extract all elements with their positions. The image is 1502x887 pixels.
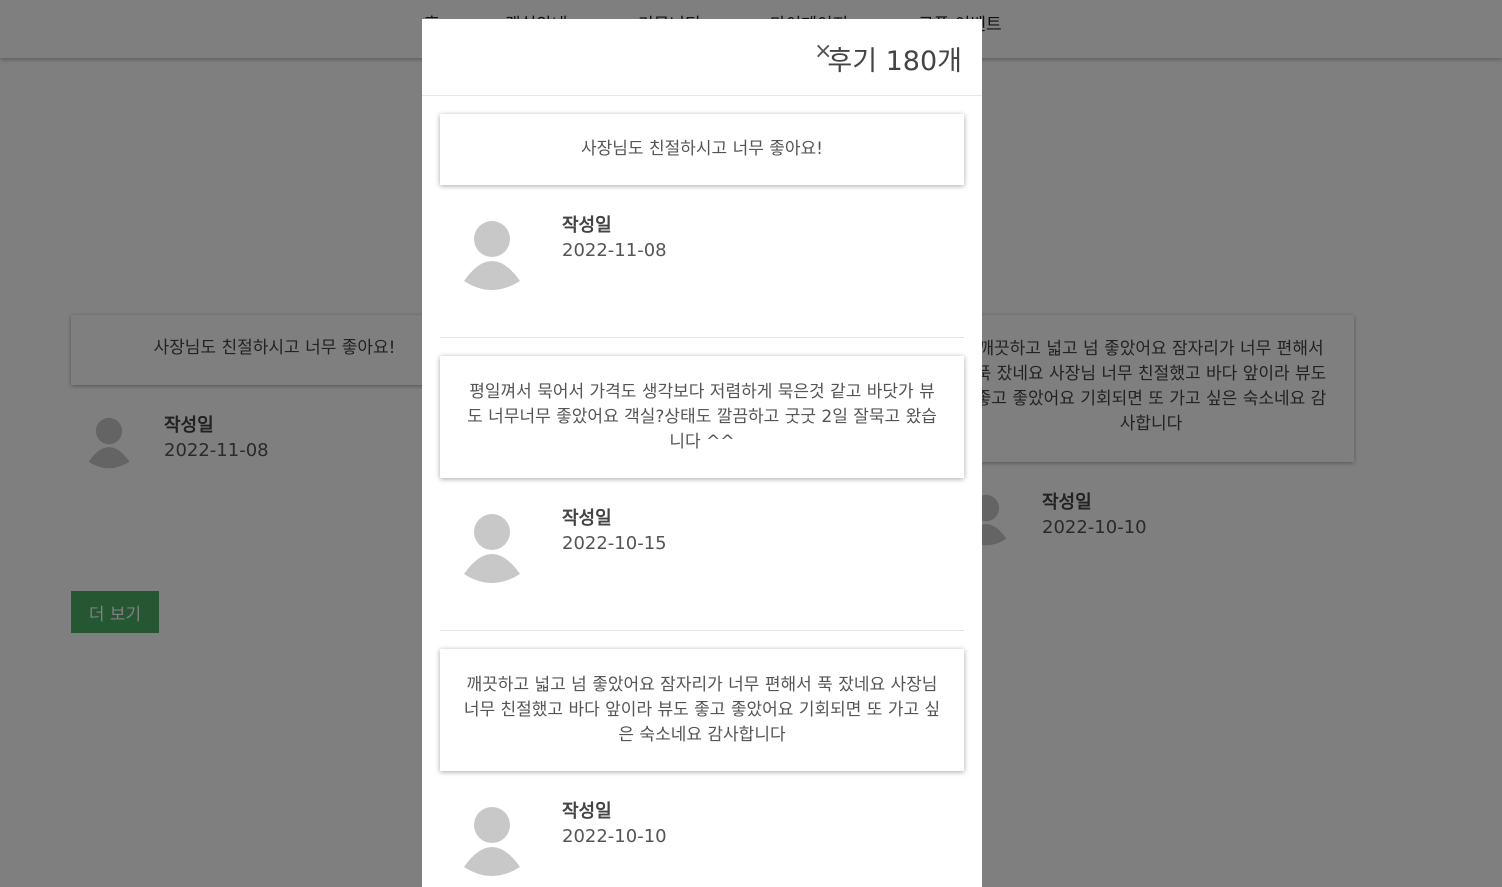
review-card: 사장님도 친절하시고 너무 좋아요!	[440, 114, 964, 185]
review-divider	[440, 337, 964, 338]
review-card: 깨끗하고 넓고 넘 좋았어요 잠자리가 너무 편해서 푹 잤네요 사장님 너무 …	[440, 649, 964, 771]
review-date-label: 작성일	[562, 215, 612, 236]
review-date: 2022-11-08	[562, 240, 667, 261]
review-text: 사장님도 친절하시고 너무 좋아요!	[581, 139, 823, 159]
review-date: 2022-10-15	[562, 533, 667, 554]
modal-title: 후기 180개	[827, 46, 962, 77]
review-text: 깨끗하고 넓고 넘 좋았어요 잠자리가 너무 편해서 푹 잤네요 사장님 너무 …	[463, 674, 941, 745]
modal-header: × 후기 180개	[422, 19, 982, 96]
review-date: 2022-10-10	[562, 826, 667, 847]
avatar-icon	[464, 514, 520, 583]
avatar-icon	[464, 807, 520, 876]
reviews-modal: × 후기 180개 사장님도 친절하시고 너무 좋아요! 작성일 2022-11…	[422, 19, 982, 887]
review-text: 평일껴서 묵어서 가격도 생각보다 저렴하게 묵은것 같고 바닷가 뷰도 너무너…	[467, 381, 937, 452]
review-card: 평일껴서 묵어서 가격도 생각보다 저렴하게 묵은것 같고 바닷가 뷰도 너무너…	[440, 356, 964, 478]
review-divider	[440, 630, 964, 631]
review-date-label: 작성일	[562, 801, 612, 822]
review-date-label: 작성일	[562, 508, 612, 529]
avatar-icon	[464, 221, 520, 290]
